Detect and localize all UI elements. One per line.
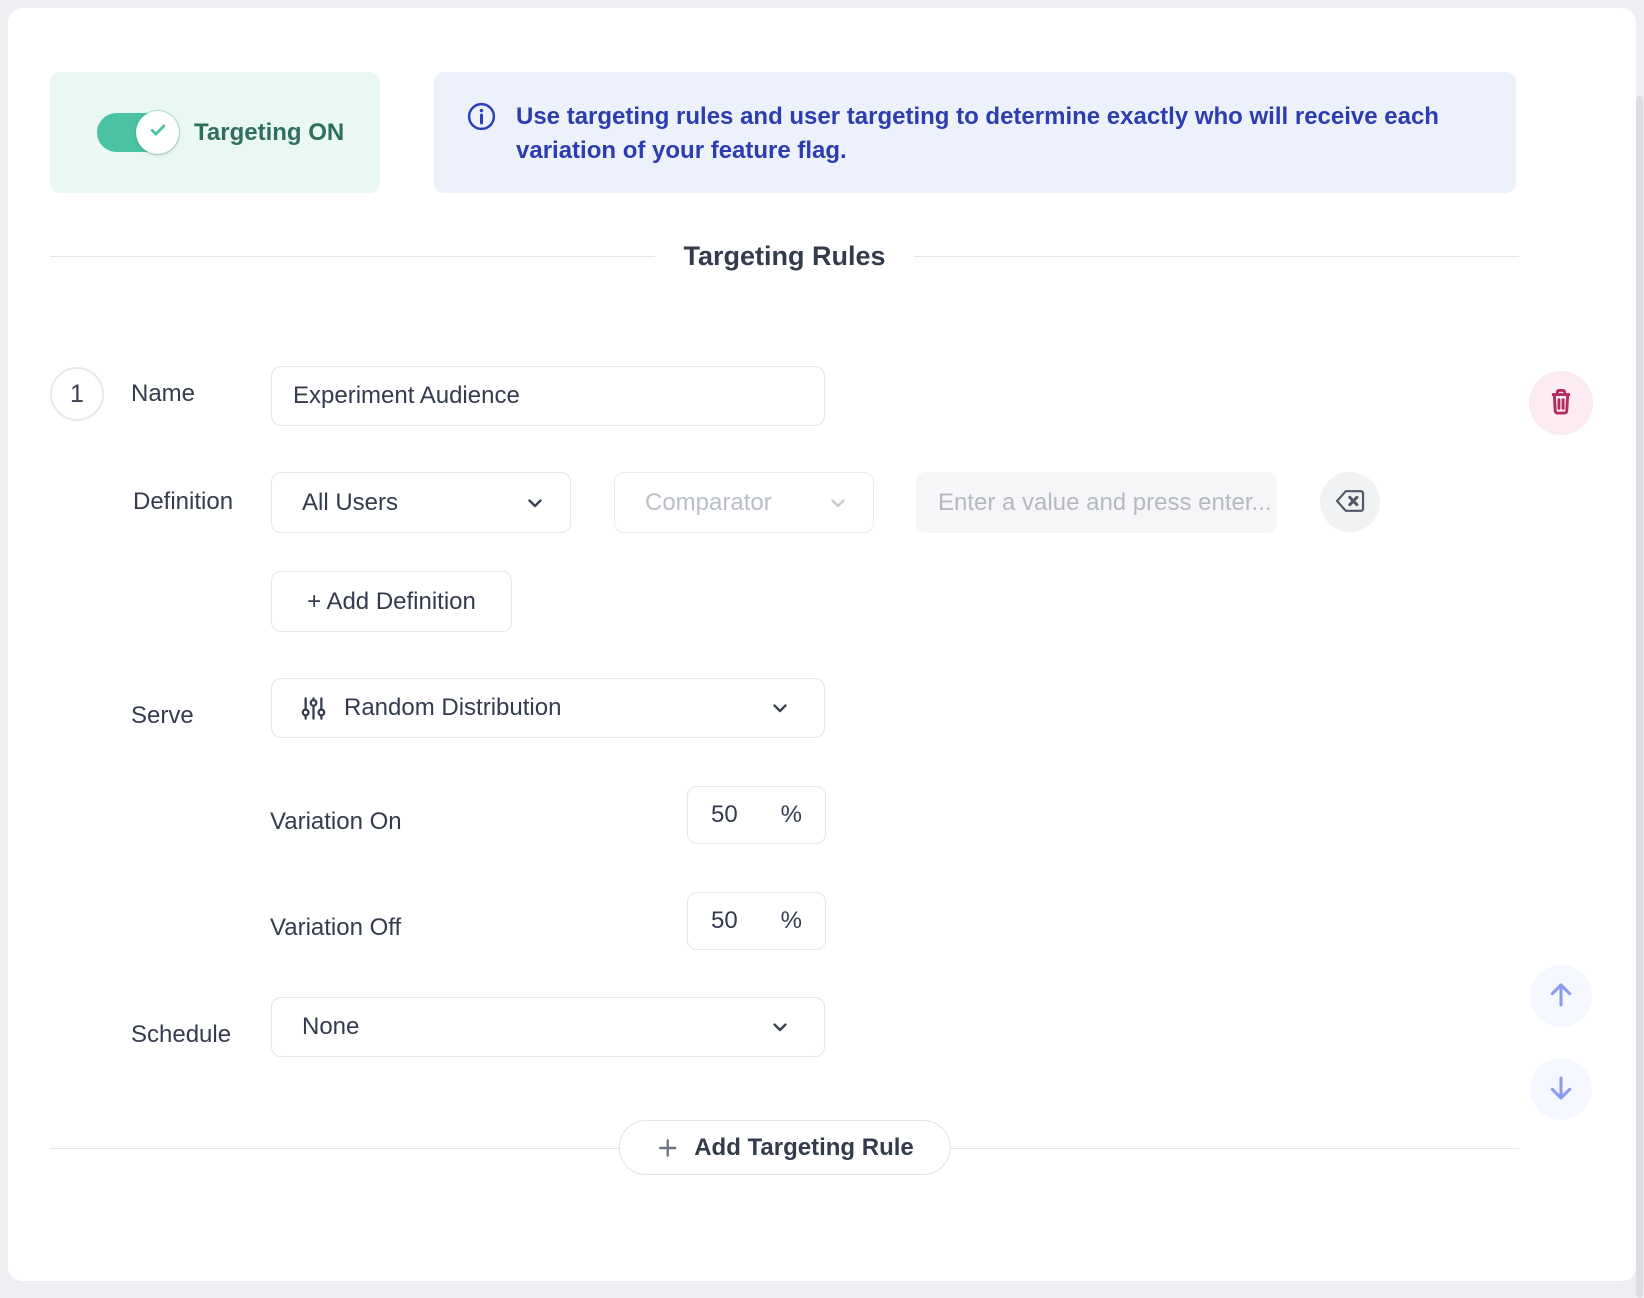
section-heading: Targeting Rules	[50, 237, 1519, 275]
targeting-panel: Targeting ON Use targeting rules and use…	[8, 8, 1636, 1281]
chevron-down-icon	[827, 492, 849, 514]
serve-select-value: Random Distribution	[344, 694, 561, 722]
info-banner: Use targeting rules and user targeting t…	[434, 72, 1516, 193]
schedule-select-value: None	[302, 1013, 359, 1041]
footer-divider-row: Add Targeting Rule	[50, 1120, 1519, 1176]
info-icon	[466, 101, 497, 132]
info-banner-text: Use targeting rules and user targeting t…	[516, 100, 1439, 193]
variation-on-label: Variation On	[270, 808, 402, 836]
serve-label: Serve	[131, 702, 194, 730]
check-icon	[148, 120, 168, 145]
toggle-label: Targeting ON	[194, 119, 344, 147]
rule-name-input[interactable]	[271, 366, 825, 426]
variation-on-input[interactable]: 50 %	[687, 786, 826, 844]
schedule-select[interactable]: None	[271, 997, 825, 1057]
toggle-knob	[136, 111, 179, 154]
comparator-select[interactable]: Comparator	[614, 472, 874, 533]
rule-number-badge: 1	[50, 367, 104, 421]
arrow-down-icon	[1545, 1072, 1577, 1107]
chevron-down-icon	[524, 492, 546, 514]
vertical-scrollbar[interactable]	[1636, 96, 1643, 1298]
variation-off-label: Variation Off	[270, 914, 401, 942]
trash-icon	[1547, 387, 1575, 420]
name-label: Name	[131, 380, 195, 408]
divider-left	[50, 256, 655, 257]
targeting-toggle[interactable]	[97, 113, 177, 152]
chevron-down-icon	[769, 697, 791, 719]
serve-select[interactable]: Random Distribution	[271, 678, 825, 738]
move-rule-up-button[interactable]	[1530, 965, 1592, 1027]
backspace-icon	[1335, 489, 1365, 516]
section-title: Targeting Rules	[655, 241, 913, 272]
percent-suffix: %	[781, 907, 802, 935]
trait-select[interactable]: All Users	[271, 472, 571, 533]
add-definition-button[interactable]: + Add Definition	[271, 571, 512, 632]
move-rule-down-button[interactable]	[1530, 1058, 1592, 1120]
targeting-toggle-box: Targeting ON	[50, 72, 380, 193]
variation-on-value: 50	[711, 801, 738, 829]
chevron-down-icon	[769, 1016, 791, 1038]
percent-suffix: %	[781, 801, 802, 829]
schedule-label: Schedule	[131, 1021, 231, 1049]
delete-rule-button[interactable]	[1529, 371, 1593, 435]
comparator-placeholder: Comparator	[645, 489, 772, 517]
arrow-up-icon	[1545, 979, 1577, 1014]
definition-label: Definition	[133, 488, 233, 516]
variation-off-value: 50	[711, 907, 738, 935]
plus-icon	[655, 1136, 679, 1160]
divider-right	[914, 256, 1519, 257]
add-targeting-rule-button[interactable]: Add Targeting Rule	[618, 1120, 951, 1175]
add-targeting-rule-label: Add Targeting Rule	[694, 1134, 914, 1162]
definition-value-input[interactable]	[916, 472, 1277, 533]
clear-value-button[interactable]	[1320, 472, 1380, 532]
sliders-icon	[300, 695, 327, 722]
trait-select-value: All Users	[302, 489, 398, 517]
variation-off-input[interactable]: 50 %	[687, 892, 826, 950]
